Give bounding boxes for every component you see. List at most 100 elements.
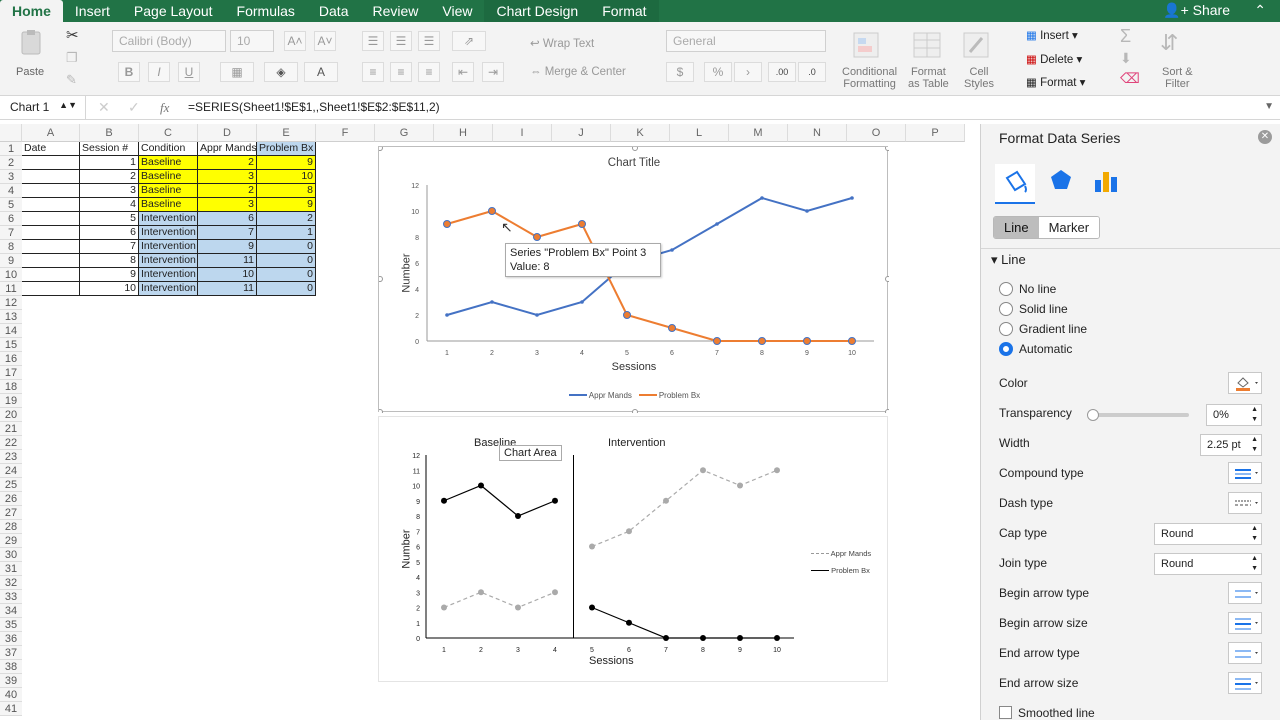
option-gradient-line[interactable]: Gradient line	[999, 322, 1087, 336]
increase-decimal-icon[interactable]: .00	[768, 62, 796, 82]
end-arrow-type-button[interactable]	[1228, 642, 1262, 664]
table-cell[interactable]: 6	[198, 212, 257, 226]
column-header[interactable]: B	[80, 124, 139, 142]
table-cell[interactable]: Date	[22, 142, 80, 156]
cell-styles-icon[interactable]	[960, 30, 996, 60]
effects-tab[interactable]	[1049, 168, 1073, 192]
table-cell[interactable]: 9	[257, 198, 316, 212]
increase-indent-icon[interactable]: ⇥	[482, 62, 504, 82]
table-cell[interactable]	[22, 184, 80, 198]
row-header[interactable]: 1	[0, 142, 22, 156]
decrease-decimal-icon[interactable]: .0	[798, 62, 826, 82]
row-header[interactable]: 25	[0, 478, 22, 492]
row-header[interactable]: 32	[0, 576, 22, 590]
column-header[interactable]: D	[198, 124, 257, 142]
table-cell[interactable]	[22, 268, 80, 282]
row-header[interactable]: 4	[0, 184, 22, 198]
table-cell[interactable]: 5	[80, 212, 139, 226]
paste-icon[interactable]	[14, 28, 54, 58]
table-cell[interactable]: Baseline	[139, 156, 198, 170]
italic-icon[interactable]: I	[148, 62, 170, 82]
row-header[interactable]: 3	[0, 170, 22, 184]
row-header[interactable]: 33	[0, 590, 22, 604]
bold-icon[interactable]: B	[118, 62, 140, 82]
tab-format[interactable]: Format	[590, 0, 659, 22]
end-arrow-size-button[interactable]	[1228, 672, 1262, 694]
font-name-select[interactable]: Calibri (Body)	[112, 30, 226, 52]
transparency-slider-thumb[interactable]	[1087, 409, 1099, 421]
column-header[interactable]: H	[434, 124, 493, 142]
align-bottom-icon[interactable]: ☰	[418, 31, 440, 51]
table-cell[interactable]: Appr Mands	[198, 142, 257, 156]
line-chart[interactable]: 0 2 4 6 8 10 12 1 2 3 4 5 6 7 8 9 10 Chart Title Number …	[377, 145, 891, 415]
row-header[interactable]: 23	[0, 450, 22, 464]
row-header[interactable]: 40	[0, 688, 22, 702]
tab-marker[interactable]: Marker	[1038, 217, 1100, 238]
tab-page-layout[interactable]: Page Layout	[122, 0, 225, 22]
table-cell[interactable]: 2	[257, 212, 316, 226]
align-left-icon[interactable]: ≡	[362, 62, 384, 82]
formula-input[interactable]: =SERIES(Sheet1!$E$1,,Sheet1!$E$2:$E$11,2…	[188, 100, 440, 114]
table-cell[interactable]: 11	[198, 282, 257, 296]
table-cell[interactable]: Intervention	[139, 282, 198, 296]
fill-color-icon[interactable]: ◈	[264, 62, 298, 82]
table-cell[interactable]: Problem Bx	[257, 142, 316, 156]
column-header[interactable]: M	[729, 124, 788, 142]
name-box[interactable]: Chart 1 ▲▼	[0, 96, 86, 120]
underline-icon[interactable]: U	[178, 62, 200, 82]
close-panel-button[interactable]: ✕	[1258, 130, 1272, 144]
row-header[interactable]: 31	[0, 562, 22, 576]
table-cell[interactable]	[22, 226, 80, 240]
row-header[interactable]: 36	[0, 632, 22, 646]
table-cell[interactable]: 2	[198, 184, 257, 198]
row-header[interactable]: 5	[0, 198, 22, 212]
row-header[interactable]: 12	[0, 296, 22, 310]
color-picker-button[interactable]	[1228, 372, 1262, 394]
tab-view[interactable]: View	[430, 0, 484, 22]
row-header[interactable]: 10	[0, 268, 22, 282]
row-header[interactable]: 15	[0, 338, 22, 352]
cap-type-select[interactable]: Round ▲ ▼	[1154, 523, 1262, 545]
radio-automatic[interactable]	[999, 342, 1013, 356]
table-cell[interactable]	[22, 282, 80, 296]
column-header[interactable]: K	[611, 124, 670, 142]
row-header[interactable]: 19	[0, 394, 22, 408]
collapse-ribbon-button[interactable]: ⌃	[1254, 2, 1266, 19]
format-painter-icon[interactable]: ✎	[66, 72, 77, 88]
line-section-header[interactable]: ▾ Line	[991, 252, 1026, 268]
align-middle-icon[interactable]: ☰	[390, 31, 412, 51]
table-cell[interactable]: 0	[257, 282, 316, 296]
table-cell[interactable]: 10	[257, 170, 316, 184]
row-header[interactable]: 6	[0, 212, 22, 226]
table-cell[interactable]: 4	[80, 198, 139, 212]
row-header[interactable]: 37	[0, 646, 22, 660]
row-header[interactable]: 24	[0, 464, 22, 478]
begin-arrow-type-button[interactable]	[1228, 582, 1262, 604]
radio-solid-line[interactable]	[999, 302, 1013, 316]
percent-icon[interactable]: %	[704, 62, 732, 82]
cell-styles-label[interactable]: Cell Styles	[964, 66, 994, 90]
column-header[interactable]: G	[375, 124, 434, 142]
cancel-icon[interactable]: ✕	[98, 99, 110, 116]
table-cell[interactable]: 1	[257, 226, 316, 240]
borders-icon[interactable]: ▦	[220, 62, 254, 82]
table-cell[interactable]: Baseline	[139, 184, 198, 198]
column-header[interactable]: P	[906, 124, 965, 142]
table-cell[interactable]	[22, 212, 80, 226]
table-cell[interactable]: 0	[257, 254, 316, 268]
format-as-table-icon[interactable]	[910, 30, 946, 60]
cut-icon[interactable]: ✂	[66, 26, 79, 44]
autosum-icon[interactable]: Σ	[1120, 26, 1131, 47]
merge-center-button[interactable]: ⇔ Merge & Center	[530, 66, 626, 78]
table-cell[interactable]: 3	[80, 184, 139, 198]
tab-insert[interactable]: Insert	[63, 0, 122, 22]
column-header[interactable]: L	[670, 124, 729, 142]
table-cell[interactable]: 10	[80, 282, 139, 296]
sort-filter-icon[interactable]: ⇵	[1160, 30, 1178, 56]
format-cells-button[interactable]: ▦ Format ▾	[1026, 75, 1085, 89]
comma-icon[interactable]: ›	[734, 62, 762, 82]
row-header[interactable]: 28	[0, 520, 22, 534]
column-header[interactable]: O	[847, 124, 906, 142]
table-cell[interactable]: Intervention	[139, 268, 198, 282]
column-header[interactable]: F	[316, 124, 375, 142]
